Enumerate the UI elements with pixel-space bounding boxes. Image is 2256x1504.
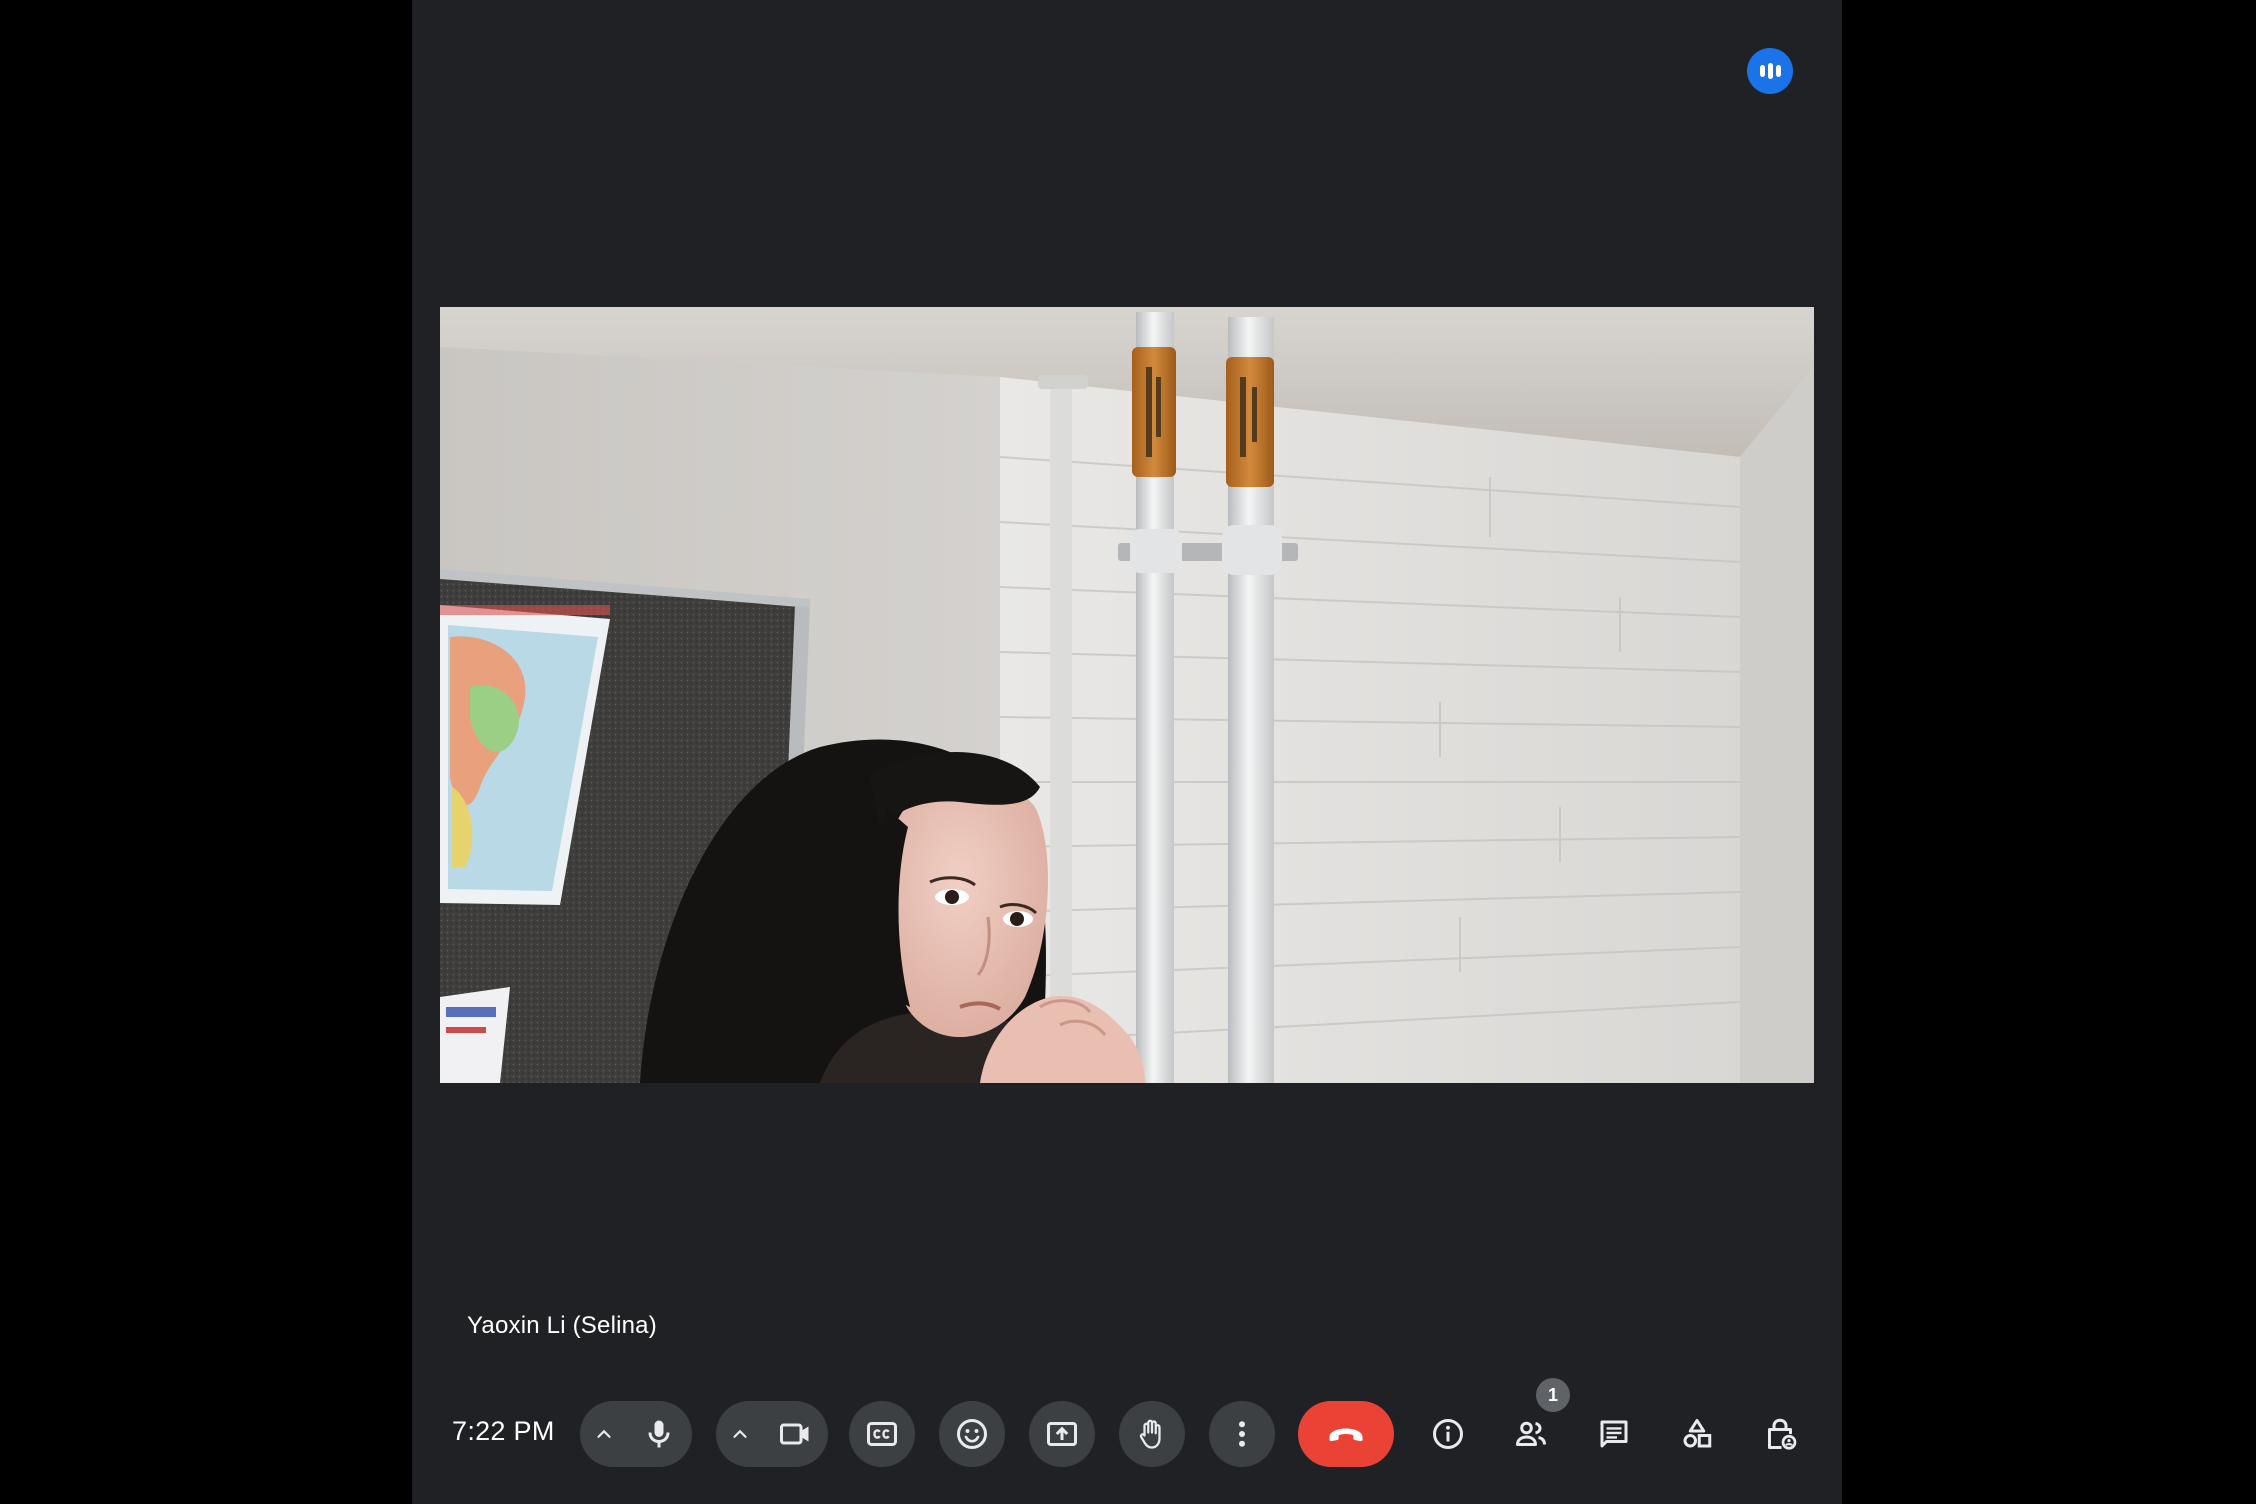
- shapes-icon: [1683, 1419, 1712, 1448]
- raise-hand-button[interactable]: [1119, 1401, 1185, 1467]
- people-count-badge: 1: [1536, 1378, 1570, 1412]
- activities-button[interactable]: [1664, 1401, 1730, 1467]
- microphone-control: [580, 1401, 692, 1467]
- microphone-icon: [648, 1420, 670, 1448]
- closed-captions-icon: [867, 1422, 897, 1446]
- microphone-toggle-button[interactable]: [628, 1403, 690, 1465]
- info-icon: [1433, 1419, 1463, 1449]
- present-screen-button[interactable]: [1029, 1401, 1095, 1467]
- call-end-icon: [1329, 1428, 1363, 1442]
- meeting-clock: 7:22 PM: [452, 1416, 555, 1446]
- camera-options-button[interactable]: [716, 1401, 764, 1467]
- chat-icon: [1600, 1420, 1628, 1448]
- videocam-icon: [780, 1423, 809, 1445]
- chevron-up-icon: [733, 1429, 747, 1438]
- emoji-icon: [957, 1419, 987, 1449]
- meeting-details-button[interactable]: [1415, 1401, 1481, 1467]
- mic-options-button[interactable]: [580, 1401, 628, 1467]
- speaking-indicator-icon[interactable]: [1747, 48, 1793, 94]
- participant-name-label: Yaoxin Li (Selina): [467, 1312, 657, 1339]
- raise-hand-icon: [1139, 1419, 1161, 1449]
- people-icon: [1516, 1421, 1546, 1446]
- reactions-button[interactable]: [939, 1401, 1005, 1467]
- camera-toggle-button[interactable]: [764, 1403, 826, 1465]
- present-screen-icon: [1047, 1422, 1077, 1446]
- more-options-button[interactable]: [1209, 1401, 1275, 1467]
- camera-control: [716, 1401, 828, 1467]
- more-vert-icon: [1239, 1421, 1245, 1447]
- meeting-stage: Yaoxin Li (Selina) 7:22 PM 1: [412, 0, 1842, 1504]
- participant-video-tile: [440, 307, 1814, 1083]
- end-call-button[interactable]: [1298, 1401, 1394, 1467]
- captions-button[interactable]: [849, 1401, 915, 1467]
- camera-feed-image: [440, 307, 1814, 1083]
- host-controls-button[interactable]: [1747, 1401, 1813, 1467]
- chat-button[interactable]: [1581, 1401, 1647, 1467]
- lock-person-icon: [1768, 1418, 1797, 1450]
- chevron-up-icon: [597, 1429, 611, 1438]
